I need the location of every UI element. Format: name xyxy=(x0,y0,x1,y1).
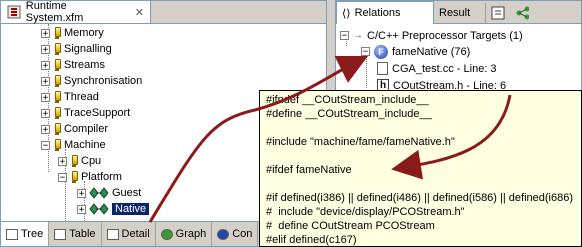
relations-row-targets[interactable]: − → C/C++ Preprocessor Targets (1) xyxy=(340,27,523,44)
alternative-feature-icon xyxy=(89,203,109,215)
expand-icon[interactable]: + xyxy=(41,108,50,118)
collapse-icon[interactable]: − xyxy=(340,31,349,41)
view-tab-label: Detail xyxy=(121,228,150,240)
graph-button[interactable] xyxy=(510,3,534,23)
view-tab-table[interactable]: Table xyxy=(49,222,102,246)
feature-warning-icon xyxy=(53,90,61,104)
tree-item-compiler[interactable]: + Compiler xyxy=(41,121,108,137)
feature-warning-icon xyxy=(53,26,61,40)
tree-item-synchronisation[interactable]: + Synchronisation xyxy=(41,73,142,89)
relations-row-label: fameNative (76) xyxy=(392,45,471,58)
tree-item-platform[interactable]: − Platform xyxy=(58,169,122,185)
tree-item-tracesupport[interactable]: + TraceSupport xyxy=(41,105,130,121)
tree-item-label: Memory xyxy=(64,27,104,39)
source-file-icon xyxy=(377,62,388,75)
tree-item-label: Compiler xyxy=(64,123,109,135)
tree-item-label: Native xyxy=(112,203,150,215)
tab-result[interactable]: Result xyxy=(434,3,486,23)
tree-item-label: Cpu xyxy=(81,155,102,167)
tree-item-cpu[interactable]: + Cpu xyxy=(58,153,101,169)
tree-tab-icon xyxy=(6,228,18,240)
feature-warning-icon xyxy=(53,106,61,120)
expand-icon[interactable]: + xyxy=(58,156,67,166)
feature-warning-icon xyxy=(70,154,78,168)
feature-warning-icon xyxy=(53,122,61,136)
expand-icon[interactable]: + xyxy=(41,76,50,86)
tree-item-streams[interactable]: + Streams xyxy=(41,57,105,73)
feature-warning-icon xyxy=(53,58,61,72)
code-line: # include "device/display/PCOStream.h" xyxy=(266,206,465,218)
expand-icon[interactable]: + xyxy=(77,204,86,214)
relations-row-cga-test[interactable]: CGA_test.cc - Line: 3 xyxy=(377,60,497,77)
code-line: #ifdef fameNative xyxy=(266,164,352,176)
tree-item-signalling[interactable]: + Signalling xyxy=(41,41,112,57)
tree-item-machine[interactable]: − Machine xyxy=(41,137,106,153)
view-tab-label: Graph xyxy=(175,228,207,240)
view-tab-label: Con xyxy=(232,228,253,240)
relations-row-label: CGA_test.cc - Line: 3 xyxy=(392,62,497,75)
feature-f-icon: F xyxy=(374,44,388,59)
tree-item-label: Signalling xyxy=(64,43,112,55)
filter-icon xyxy=(491,6,505,20)
filter-button[interactable] xyxy=(486,3,510,23)
feature-warning-icon xyxy=(53,42,61,56)
close-tab-icon[interactable]: ✕ xyxy=(135,6,144,19)
collapse-icon[interactable]: − xyxy=(41,140,50,150)
expand-icon[interactable]: + xyxy=(77,188,86,198)
expand-icon[interactable]: + xyxy=(41,92,50,102)
relations-tab-bar: ⟨⟩ Relations Result xyxy=(336,1,581,24)
code-preview-tooltip: #ifndef __COutStream_include__ #define __… xyxy=(259,90,582,247)
expand-icon[interactable]: + xyxy=(41,44,50,54)
tree-item-label: Streams xyxy=(64,59,105,71)
code-line: #ifndef __COutStream_include__ xyxy=(266,94,429,106)
tab-relations-label: Relations xyxy=(354,7,401,19)
tree-item-label: Machine xyxy=(64,139,106,151)
tree-item-label: Synchronisation xyxy=(64,75,143,87)
view-tab-label: Tree xyxy=(21,228,44,240)
tab-result-label: Result xyxy=(439,7,471,19)
alternative-feature-icon xyxy=(89,187,109,199)
feature-model-icon xyxy=(7,5,21,19)
view-tab-tree[interactable]: Tree xyxy=(1,222,50,246)
tree-item-label: Thread xyxy=(64,91,99,103)
tree-item-thread[interactable]: + Thread xyxy=(41,89,99,105)
graph-icon xyxy=(516,6,529,20)
relations-row-label: C/C++ Preprocessor Targets (1) xyxy=(367,29,523,42)
feature-warning-icon xyxy=(53,138,61,152)
code-line: #define __COutStream_include__ xyxy=(266,108,432,120)
collapse-icon[interactable]: − xyxy=(58,172,67,182)
feature-warning-icon xyxy=(53,74,61,88)
view-tab-detail[interactable]: Detail xyxy=(102,222,156,246)
tree-item-label: Guest xyxy=(112,187,142,199)
view-tab-label: Table xyxy=(69,228,96,240)
view-tab-con[interactable]: Con xyxy=(212,222,259,246)
view-tab-graph[interactable]: Graph xyxy=(156,222,213,246)
relations-icon: ⟨⟩ xyxy=(342,7,351,20)
contents-tab-icon xyxy=(217,228,230,240)
tree-item-native[interactable]: + Native xyxy=(77,201,150,217)
collapse-icon[interactable]: − xyxy=(361,47,370,57)
editor-tab-runtime-system[interactable]: Runtime System.xfm ✕ xyxy=(1,0,151,24)
detail-tab-icon xyxy=(106,228,119,240)
table-tab-icon xyxy=(54,228,67,240)
code-line: #if defined(i386) || defined(i486) || de… xyxy=(266,192,574,204)
expand-icon[interactable]: + xyxy=(41,124,50,134)
tree-item-memory[interactable]: + Memory xyxy=(41,25,104,41)
code-line: #elif defined(c167) xyxy=(266,234,357,246)
code-line: #include "machine/fame/fameNative.h" xyxy=(266,136,455,148)
editor-tab-title: Runtime System.xfm xyxy=(25,0,84,24)
editor-tab-bar: Runtime System.xfm ✕ xyxy=(1,1,326,24)
tree-item-label: Platform xyxy=(81,171,122,183)
tree-item-guest[interactable]: + Guest xyxy=(77,185,141,201)
tree-item-label: TraceSupport xyxy=(64,107,131,119)
feature-warning-icon xyxy=(70,170,78,184)
tab-relations[interactable]: ⟨⟩ Relations xyxy=(336,1,434,24)
relations-row-famenative[interactable]: − F fameNative (76) xyxy=(361,43,470,60)
code-line: # define COutStream PCOStream xyxy=(266,220,435,232)
graph-tab-icon xyxy=(160,228,173,240)
expand-icon[interactable]: + xyxy=(41,28,50,38)
expand-icon[interactable]: + xyxy=(41,60,50,70)
arrow-icon: → xyxy=(353,30,363,41)
